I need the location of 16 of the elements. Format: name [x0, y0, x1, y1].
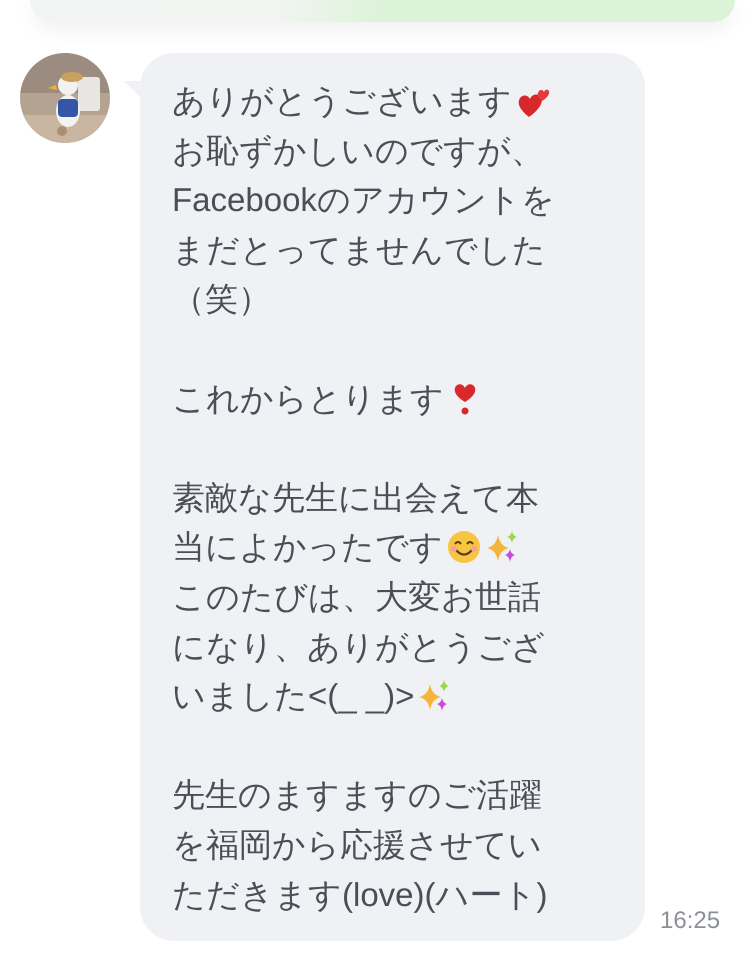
- smiley-icon: [446, 529, 482, 566]
- message-text: まだとってませんでした: [172, 230, 546, 270]
- message-text: ただきます(love)(ハート): [172, 874, 548, 915]
- message-text: （笑）: [172, 279, 271, 320]
- message-text: これからとります: [172, 378, 444, 419]
- message-text: 素敵な先生に出会えて本: [172, 478, 539, 518]
- message-time: 16:25: [660, 906, 720, 936]
- message-text: になり、ありがとうござ: [172, 626, 545, 667]
- message-text: を福岡から応援させてい: [172, 824, 542, 865]
- message-text: 当によかったです: [172, 527, 443, 568]
- message-text: Facebookのアカウントを: [172, 180, 555, 220]
- message-text: お恥ずかしいのですが、: [172, 130, 544, 171]
- message-text: ありがとうございます: [172, 81, 512, 121]
- message-text: 先生のますますのご活躍: [172, 775, 542, 816]
- message-text: このたびは、大変お世話: [172, 576, 541, 617]
- message-text: いました<(_ _)>: [172, 676, 414, 716]
